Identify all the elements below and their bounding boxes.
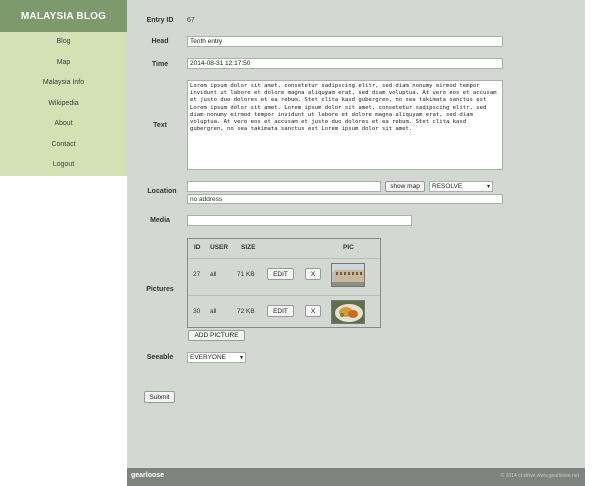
location-label: Location: [147, 188, 177, 195]
submit-button[interactable]: Submit: [144, 391, 175, 403]
resolve-selected-value: RESOLVE: [432, 183, 463, 190]
edit-picture-button[interactable]: EDIT: [267, 305, 294, 317]
picture-row: 30 all 72 KB EDIT X: [188, 295, 380, 327]
show-map-button[interactable]: show map: [385, 181, 425, 192]
page-margin: [585, 0, 600, 486]
sidebar-item-malaysia-info[interactable]: Malaysia Info: [0, 73, 127, 94]
seeable-selected-value: EVERYONE: [190, 354, 227, 361]
sidebar-nav: Blog Map Malaysia Info Wikipedia About C…: [0, 32, 127, 176]
head-input[interactable]: Tenth entry: [187, 36, 503, 47]
building-photo-icon: [332, 264, 364, 286]
pictures-header-id: ID: [194, 244, 201, 251]
chevron-down-icon: ▾: [239, 355, 243, 361]
picture-id: 30: [193, 308, 201, 315]
delete-picture-button[interactable]: X: [305, 268, 321, 280]
picture-thumbnail[interactable]: [331, 263, 365, 287]
close-icon: X: [310, 307, 316, 315]
pictures-table: ID USER SIZE PIC 27 all 71 KB EDIT X 30 …: [187, 238, 381, 328]
text-textarea[interactable]: Lorem ipsum dolor sit amet, consetetur s…: [187, 80, 503, 170]
media-label: Media: [150, 217, 170, 224]
footer: gearloose © 2014 ct strive www.gearloose…: [127, 468, 585, 486]
sidebar-item-wikipedia[interactable]: Wikipedia: [0, 94, 127, 115]
sidebar-item-logout[interactable]: Logout: [0, 155, 127, 176]
picture-size: 72 KB: [237, 308, 255, 315]
entry-id-label: Entry ID: [146, 17, 174, 24]
picture-user: all: [210, 308, 217, 315]
edit-entry-form: Entry ID 67 Head Tenth entry Time 2014-0…: [127, 0, 585, 486]
sidebar-item-blog[interactable]: Blog: [0, 32, 127, 53]
food-photo-icon: [332, 301, 364, 323]
seeable-label: Seeable: [146, 354, 174, 361]
picture-row: 27 all 71 KB EDIT X: [188, 258, 380, 290]
time-input[interactable]: 2014-08-31 12:17:50: [187, 58, 503, 69]
pictures-header-size: SIZE: [241, 244, 256, 251]
head-label: Head: [151, 38, 169, 45]
pictures-header-user: USER: [210, 244, 229, 251]
pictures-header-pic: PIC: [343, 244, 354, 251]
location-input[interactable]: [187, 181, 381, 192]
seeable-select[interactable]: EVERYONE ▾: [187, 352, 246, 363]
sidebar-item-about[interactable]: About: [0, 114, 127, 135]
sidebar-item-contact[interactable]: Contact: [0, 135, 127, 156]
picture-user: all: [210, 271, 217, 278]
address-input[interactable]: no address: [187, 194, 503, 204]
pictures-label: Pictures: [146, 286, 174, 293]
sidebar: MALAYSIA BLOG Blog Map Malaysia Info Wik…: [0, 0, 127, 176]
delete-picture-button[interactable]: X: [305, 305, 321, 317]
picture-size: 71 KB: [237, 271, 255, 278]
add-picture-button[interactable]: ADD PICTURE: [188, 330, 245, 341]
close-icon: X: [310, 270, 316, 278]
edit-picture-button[interactable]: EDIT: [267, 268, 294, 280]
picture-thumbnail[interactable]: [331, 300, 365, 324]
resolve-select[interactable]: RESOLVE ▾: [429, 181, 493, 192]
text-label: Text: [153, 122, 167, 129]
media-input[interactable]: [187, 215, 412, 226]
picture-id: 27: [193, 271, 201, 278]
brand-title: MALAYSIA BLOG: [0, 0, 127, 32]
chevron-down-icon: ▾: [486, 184, 490, 190]
entry-id-value: 67: [187, 17, 195, 24]
time-label: Time: [151, 61, 169, 68]
footer-logo: gearloose: [131, 472, 165, 479]
footer-copyright: © 2014 ct strive www.gearloose.net: [500, 473, 579, 479]
sidebar-item-map[interactable]: Map: [0, 53, 127, 74]
